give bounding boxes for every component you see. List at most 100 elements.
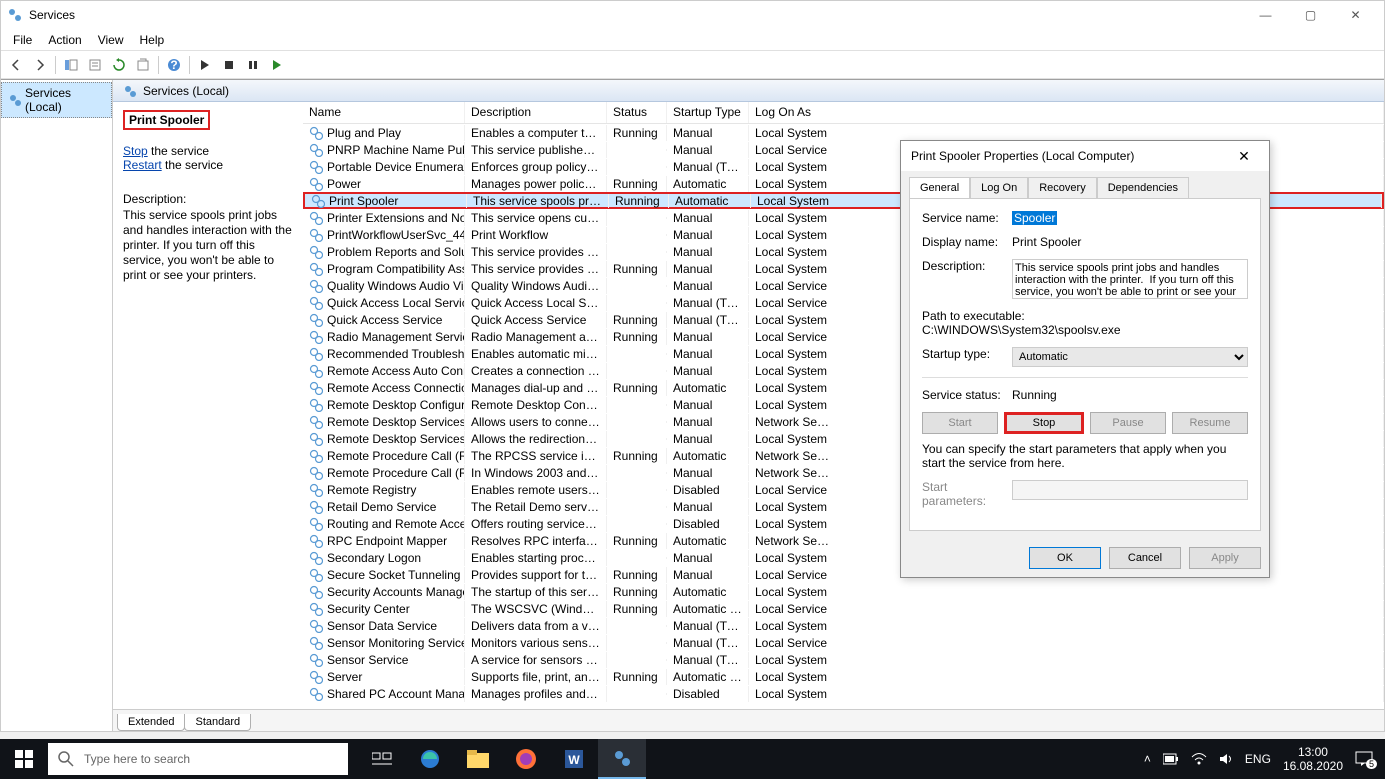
properties-dialog[interactable]: Print Spooler Properties (Local Computer… <box>900 140 1270 578</box>
taskbar[interactable]: Type here to search W ˄ ENG 13:00 16.08.… <box>0 739 1385 779</box>
dialog-title: Print Spooler Properties (Local Computer… <box>911 149 1229 163</box>
desc-text: This service spools print jobs and handl… <box>123 208 293 283</box>
help-button[interactable]: ? <box>163 54 185 76</box>
display-name-label: Display name: <box>922 235 1012 249</box>
dialog-tabs: General Log On Recovery Dependencies <box>901 171 1269 198</box>
toolbar: ? <box>1 51 1384 79</box>
apply-button[interactable]: Apply <box>1189 547 1261 569</box>
start-service-button[interactable] <box>194 54 216 76</box>
svg-text:?: ? <box>170 58 177 72</box>
show-hide-tree-button[interactable] <box>60 54 82 76</box>
forward-button[interactable] <box>29 54 51 76</box>
wifi-icon[interactable] <box>1191 752 1207 766</box>
start-params-label: Start parameters: <box>922 480 1012 508</box>
tray-chevron-icon[interactable]: ˄ <box>1144 752 1151 766</box>
service-name-label: Service name: <box>922 211 1012 225</box>
volume-icon[interactable] <box>1219 752 1233 766</box>
dialog-body: Service name: Spooler Display name: Prin… <box>909 198 1261 531</box>
path-label: Path to executable: <box>922 309 1248 323</box>
service-row[interactable]: Sensor Monitoring ServiceMonitors variou… <box>303 634 1384 651</box>
service-name-value[interactable]: Spooler <box>1012 211 1057 225</box>
service-row[interactable]: Shared PC Account ManagerManages profile… <box>303 685 1384 702</box>
pause-service-button[interactable] <box>242 54 264 76</box>
tab-extended[interactable]: Extended <box>117 714 185 731</box>
dialog-desc-label: Description: <box>922 259 1012 273</box>
stop-button[interactable]: Stop <box>1004 412 1084 434</box>
properties-button[interactable] <box>84 54 106 76</box>
menu-help[interactable]: Help <box>132 31 173 49</box>
refresh-button[interactable] <box>108 54 130 76</box>
firefox-icon[interactable] <box>502 739 550 779</box>
maximize-button[interactable]: ▢ <box>1288 1 1333 29</box>
tree-pane[interactable]: Services (Local) <box>1 80 113 731</box>
tab-dependencies[interactable]: Dependencies <box>1097 177 1189 198</box>
tab-recovery[interactable]: Recovery <box>1028 177 1096 198</box>
service-row[interactable]: ServerSupports file, print, and na…Runni… <box>303 668 1384 685</box>
startup-type-label: Startup type: <box>922 347 1012 361</box>
stop-service-button[interactable] <box>218 54 240 76</box>
service-row[interactable]: Sensor Data ServiceDelivers data from a … <box>303 617 1384 634</box>
pause-button[interactable]: Pause <box>1090 412 1166 434</box>
display-name-value: Print Spooler <box>1012 235 1248 249</box>
menu-view[interactable]: View <box>90 31 132 49</box>
titlebar[interactable]: Services — ▢ ✕ <box>1 1 1384 29</box>
start-params-input <box>1012 480 1248 500</box>
col-startup[interactable]: Startup Type <box>667 102 749 123</box>
clock[interactable]: 13:00 16.08.2020 <box>1283 745 1343 774</box>
explorer-icon[interactable] <box>454 739 502 779</box>
dialog-close-button[interactable]: ✕ <box>1229 141 1259 171</box>
export-button[interactable] <box>132 54 154 76</box>
col-desc[interactable]: Description <box>465 102 607 123</box>
dialog-desc-text[interactable] <box>1012 259 1248 299</box>
word-icon[interactable]: W <box>550 739 598 779</box>
tab-logon[interactable]: Log On <box>970 177 1028 198</box>
notification-icon[interactable]: 5 <box>1355 751 1373 767</box>
language-indicator[interactable]: ENG <box>1245 752 1271 766</box>
dialog-titlebar[interactable]: Print Spooler Properties (Local Computer… <box>901 141 1269 171</box>
menubar: File Action View Help <box>1 29 1384 51</box>
service-row[interactable]: Plug and PlayEnables a computer to rec…R… <box>303 124 1384 141</box>
task-view-icon[interactable] <box>358 739 406 779</box>
tree-services-local[interactable]: Services (Local) <box>1 82 112 118</box>
col-logon[interactable]: Log On As <box>749 102 1384 123</box>
desc-label: Description: <box>123 192 293 206</box>
battery-icon[interactable] <box>1163 752 1179 766</box>
close-button[interactable]: ✕ <box>1333 1 1378 29</box>
start-button-win[interactable] <box>0 739 48 779</box>
service-row[interactable]: Sensor ServiceA service for sensors that… <box>303 651 1384 668</box>
col-name[interactable]: Name <box>303 102 465 123</box>
bottom-tabs: Extended Standard <box>113 709 1384 731</box>
minimize-button[interactable]: — <box>1243 1 1288 29</box>
search-box[interactable]: Type here to search <box>48 743 348 775</box>
list-header[interactable]: Name Description Status Startup Type Log… <box>303 102 1384 124</box>
back-button[interactable] <box>5 54 27 76</box>
restart-link[interactable]: Restart <box>123 158 162 172</box>
path-value: C:\WINDOWS\System32\spoolsv.exe <box>922 323 1248 337</box>
cancel-button[interactable]: Cancel <box>1109 547 1181 569</box>
system-tray[interactable]: ˄ ENG 13:00 16.08.2020 5 <box>1132 745 1385 774</box>
tab-general[interactable]: General <box>909 177 970 198</box>
service-status-label: Service status: <box>922 388 1012 402</box>
services-icon <box>7 7 23 23</box>
edge-icon[interactable] <box>406 739 454 779</box>
col-status[interactable]: Status <box>607 102 667 123</box>
tab-standard[interactable]: Standard <box>184 714 251 731</box>
params-note: You can specify the start parameters tha… <box>922 442 1248 470</box>
menu-file[interactable]: File <box>5 31 40 49</box>
svg-text:W: W <box>568 753 580 767</box>
resume-button[interactable]: Resume <box>1172 412 1248 434</box>
startup-type-select[interactable]: Automatic <box>1012 347 1248 367</box>
service-status-value: Running <box>1012 388 1248 402</box>
menu-action[interactable]: Action <box>40 31 89 49</box>
services-taskbar-icon[interactable] <box>598 739 646 779</box>
search-placeholder: Type here to search <box>84 752 190 766</box>
ok-button[interactable]: OK <box>1029 547 1101 569</box>
service-row[interactable]: Security CenterThe WSCSVC (Windows Se…Ru… <box>303 600 1384 617</box>
stop-link[interactable]: Stop <box>123 144 148 158</box>
restart-service-button[interactable] <box>266 54 288 76</box>
service-row[interactable]: Security Accounts ManagerThe startup of … <box>303 583 1384 600</box>
start-button[interactable]: Start <box>922 412 998 434</box>
window-title: Services <box>29 8 1243 22</box>
description-panel: Print Spooler Stop the service Restart t… <box>113 102 303 709</box>
location-header: Services (Local) <box>113 80 1384 102</box>
